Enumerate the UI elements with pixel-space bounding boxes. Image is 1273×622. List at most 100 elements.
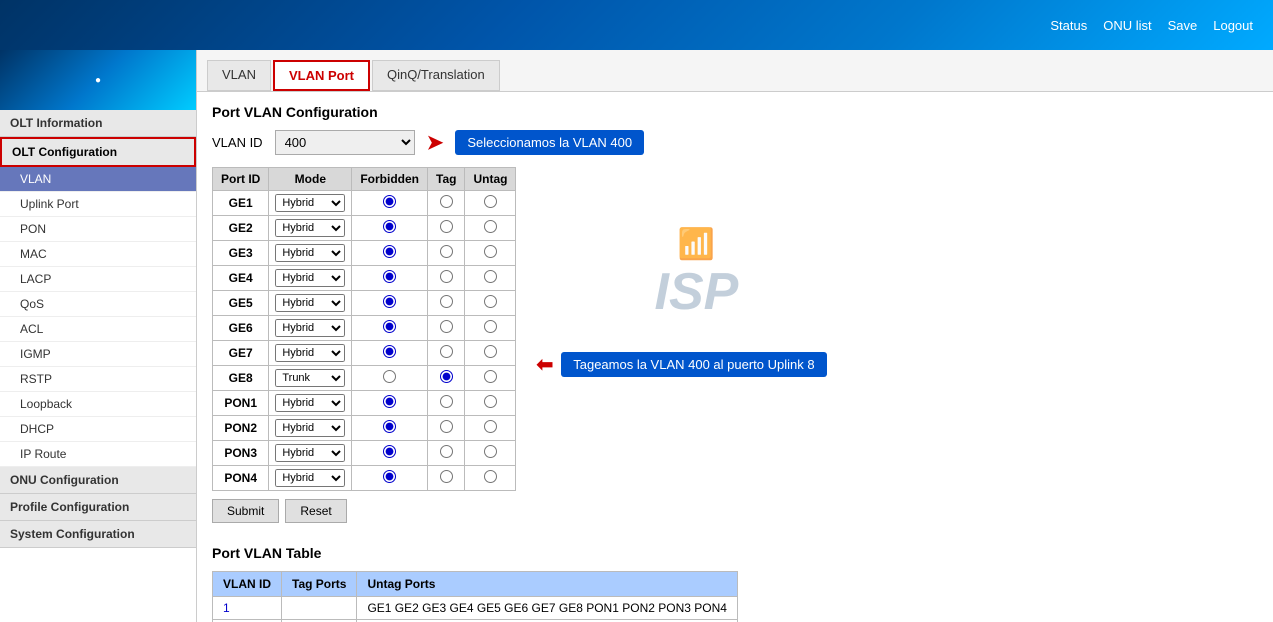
untag-cell[interactable] <box>465 466 516 491</box>
untag-cell[interactable] <box>465 266 516 291</box>
tag-cell[interactable] <box>428 216 465 241</box>
tag-radio[interactable] <box>440 345 453 358</box>
sidebar-item-vlan[interactable]: VLAN <box>0 167 196 192</box>
reset-button[interactable]: Reset <box>285 499 346 523</box>
mode-select[interactable]: HybridTrunkAccess <box>275 219 345 237</box>
tag-radio[interactable] <box>440 420 453 433</box>
sidebar-item-uplink-port[interactable]: Uplink Port <box>0 192 196 217</box>
sidebar-item-mac[interactable]: MAC <box>0 242 196 267</box>
sidebar-item-dhcp[interactable]: DHCP <box>0 417 196 442</box>
untag-cell[interactable] <box>465 341 516 366</box>
mode-select[interactable]: HybridTrunkAccess <box>275 269 345 287</box>
mode-cell[interactable]: HybridTrunkAccess <box>269 216 352 241</box>
tab-vlan-port[interactable]: VLAN Port <box>273 60 370 91</box>
mode-select[interactable]: HybridTrunkAccess <box>275 319 345 337</box>
tag-radio[interactable] <box>440 445 453 458</box>
tag-cell[interactable] <box>428 366 465 391</box>
untag-cell[interactable] <box>465 366 516 391</box>
sidebar-item-acl[interactable]: ACL <box>0 317 196 342</box>
untag-cell[interactable] <box>465 291 516 316</box>
forbidden-cell[interactable] <box>352 416 428 441</box>
tab-qinq[interactable]: QinQ/Translation <box>372 60 500 91</box>
tag-cell[interactable] <box>428 191 465 216</box>
untag-radio[interactable] <box>484 445 497 458</box>
sidebar-item-qos[interactable]: QoS <box>0 292 196 317</box>
mode-select[interactable]: HybridTrunkAccess <box>275 344 345 362</box>
untag-radio[interactable] <box>484 220 497 233</box>
mode-cell[interactable]: HybridTrunkAccess <box>269 366 352 391</box>
forbidden-cell[interactable] <box>352 241 428 266</box>
sidebar-olt-config[interactable]: OLT Configuration <box>0 137 196 167</box>
sidebar-item-lacp[interactable]: LACP <box>0 267 196 292</box>
tag-radio[interactable] <box>440 270 453 283</box>
untag-radio[interactable] <box>484 420 497 433</box>
untag-radio[interactable] <box>484 370 497 383</box>
sidebar-item-loopback[interactable]: Loopback <box>0 392 196 417</box>
tag-cell[interactable] <box>428 416 465 441</box>
mode-cell[interactable]: HybridTrunkAccess <box>269 466 352 491</box>
untag-radio[interactable] <box>484 320 497 333</box>
mode-select[interactable]: HybridTrunkAccess <box>275 194 345 212</box>
forbidden-cell[interactable] <box>352 391 428 416</box>
forbidden-radio[interactable] <box>383 270 396 283</box>
tag-radio[interactable] <box>440 395 453 408</box>
untag-radio[interactable] <box>484 395 497 408</box>
mode-cell[interactable]: HybridTrunkAccess <box>269 391 352 416</box>
sidebar-system-config[interactable]: System Configuration <box>0 521 196 548</box>
mode-cell[interactable]: HybridTrunkAccess <box>269 416 352 441</box>
untag-radio[interactable] <box>484 470 497 483</box>
mode-cell[interactable]: HybridTrunkAccess <box>269 266 352 291</box>
mode-cell[interactable]: HybridTrunkAccess <box>269 341 352 366</box>
onu-list-link[interactable]: ONU list <box>1103 18 1151 33</box>
sidebar-onu-config[interactable]: ONU Configuration <box>0 467 196 494</box>
mode-select[interactable]: HybridTrunkAccess <box>275 244 345 262</box>
forbidden-radio[interactable] <box>383 445 396 458</box>
submit-button[interactable]: Submit <box>212 499 279 523</box>
mode-cell[interactable]: HybridTrunkAccess <box>269 316 352 341</box>
mode-select[interactable]: HybridTrunkAccess <box>275 369 345 387</box>
tag-cell[interactable] <box>428 316 465 341</box>
tag-radio[interactable] <box>440 245 453 258</box>
tag-cell[interactable] <box>428 241 465 266</box>
mode-cell[interactable]: HybridTrunkAccess <box>269 441 352 466</box>
forbidden-cell[interactable] <box>352 341 428 366</box>
tag-radio[interactable] <box>440 470 453 483</box>
tag-cell[interactable] <box>428 441 465 466</box>
tag-radio[interactable] <box>440 195 453 208</box>
sidebar-item-pon[interactable]: PON <box>0 217 196 242</box>
untag-cell[interactable] <box>465 441 516 466</box>
sidebar-profile-config[interactable]: Profile Configuration <box>0 494 196 521</box>
sidebar-item-igmp[interactable]: IGMP <box>0 342 196 367</box>
untag-radio[interactable] <box>484 345 497 358</box>
vlan-id-select[interactable]: 400 1 500 <box>275 130 415 155</box>
tag-cell[interactable] <box>428 291 465 316</box>
status-link[interactable]: Status <box>1050 18 1087 33</box>
forbidden-cell[interactable] <box>352 366 428 391</box>
save-link[interactable]: Save <box>1168 18 1198 33</box>
mode-select[interactable]: HybridTrunkAccess <box>275 294 345 312</box>
forbidden-cell[interactable] <box>352 441 428 466</box>
forbidden-radio[interactable] <box>383 470 396 483</box>
tag-radio[interactable] <box>440 220 453 233</box>
forbidden-cell[interactable] <box>352 191 428 216</box>
forbidden-radio[interactable] <box>383 420 396 433</box>
forbidden-radio[interactable] <box>383 245 396 258</box>
mode-cell[interactable]: HybridTrunkAccess <box>269 191 352 216</box>
tag-cell[interactable] <box>428 391 465 416</box>
untag-cell[interactable] <box>465 316 516 341</box>
untag-radio[interactable] <box>484 195 497 208</box>
forbidden-radio[interactable] <box>383 195 396 208</box>
tag-radio[interactable] <box>440 370 453 383</box>
tab-vlan[interactable]: VLAN <box>207 60 271 91</box>
mode-select[interactable]: HybridTrunkAccess <box>275 419 345 437</box>
mode-select[interactable]: HybridTrunkAccess <box>275 444 345 462</box>
forbidden-radio[interactable] <box>383 295 396 308</box>
tag-cell[interactable] <box>428 466 465 491</box>
untag-cell[interactable] <box>465 191 516 216</box>
untag-cell[interactable] <box>465 241 516 266</box>
forbidden-radio[interactable] <box>383 345 396 358</box>
untag-cell[interactable] <box>465 416 516 441</box>
forbidden-radio[interactable] <box>383 320 396 333</box>
untag-cell[interactable] <box>465 216 516 241</box>
forbidden-radio[interactable] <box>383 220 396 233</box>
